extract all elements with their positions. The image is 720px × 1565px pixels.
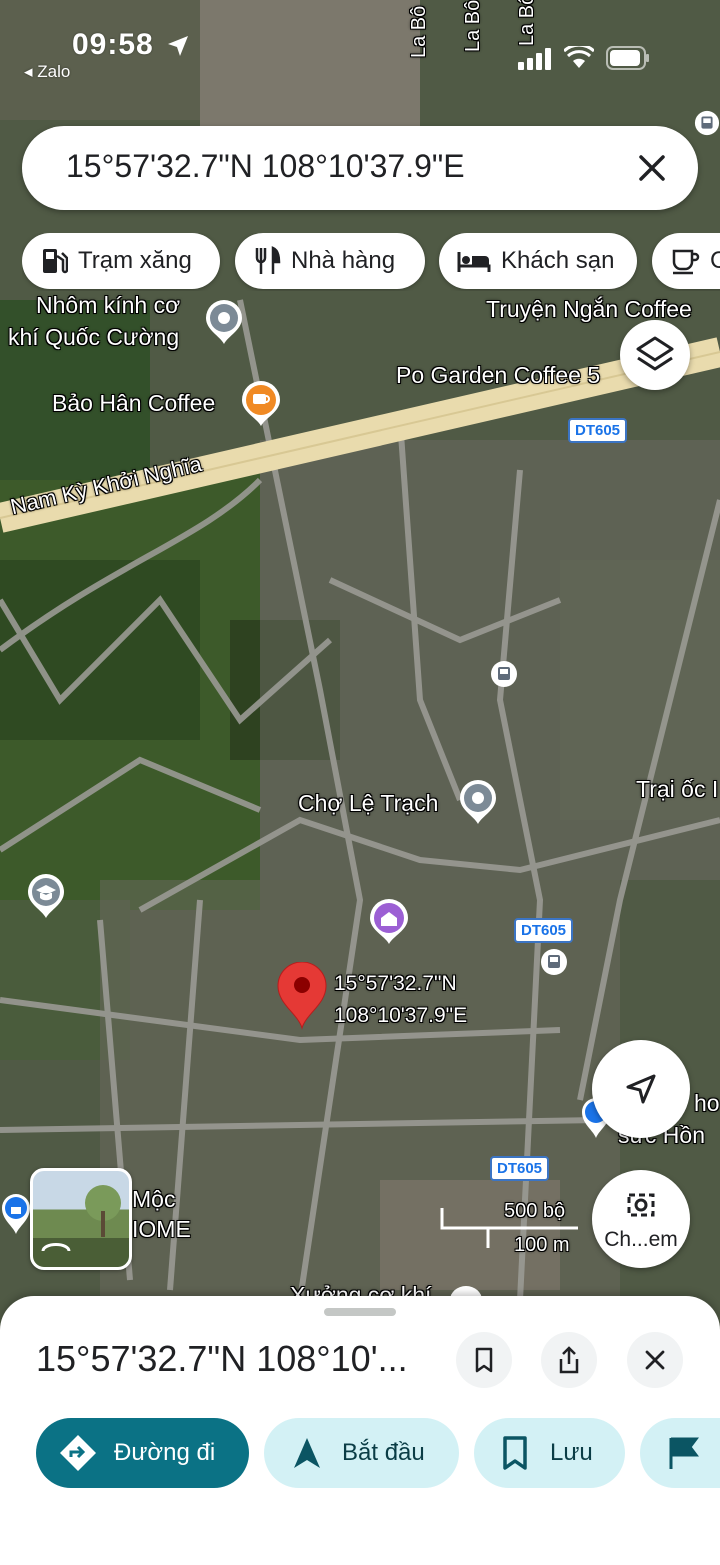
chip-coffee[interactable]: C <box>652 233 720 289</box>
tree-icon <box>41 1185 121 1252</box>
route-shield: DT605 <box>514 918 574 943</box>
bus-stop-icon[interactable] <box>694 110 720 136</box>
chip-label: Trạm xăng <box>78 247 192 274</box>
directions-icon <box>60 1435 96 1471</box>
camera-icon <box>627 1193 655 1217</box>
flag-icon <box>669 1437 699 1469</box>
back-app-label: Zalo <box>37 62 71 81</box>
save-place-button[interactable]: Lưu <box>474 1418 625 1488</box>
restaurant-icon <box>255 246 281 274</box>
close-icon <box>645 1350 665 1370</box>
bookmark-icon <box>475 1347 493 1373</box>
place-label[interactable]: ho <box>694 1090 720 1117</box>
start-label: Bắt đầu <box>342 1439 425 1466</box>
place-bottom-sheet[interactable]: 15°57'32.7"N 108°10'... Đường đi Bắt đầu… <box>0 1296 720 1565</box>
place-marker-icon[interactable] <box>456 778 500 826</box>
place-label[interactable]: Truyện Ngắn Coffee <box>486 296 692 323</box>
chip-label: Nhà hàng <box>291 247 396 274</box>
place-label[interactable]: Nhôm kính cơ <box>36 292 180 319</box>
lock-marker-icon[interactable] <box>0 1190 32 1236</box>
dropped-pin-icon[interactable] <box>276 962 328 1030</box>
status-bar: 09:58 ◂ Zalo <box>0 28 720 88</box>
my-location-button[interactable] <box>592 1040 690 1138</box>
place-label[interactable]: khí Quốc Cường <box>8 324 179 351</box>
coffee-icon <box>672 249 700 275</box>
back-arrow-icon: ◂ <box>24 62 33 81</box>
location-arrow-icon <box>168 36 188 56</box>
navigation-arrow-icon <box>294 1438 320 1468</box>
place-label[interactable]: Trại ốc I <box>636 776 718 803</box>
start-button[interactable]: Bắt đầu <box>264 1418 459 1488</box>
place-label[interactable]: Chợ Lệ Trạch <box>298 790 438 817</box>
temple-marker-icon[interactable] <box>366 896 412 946</box>
chip-gas-station[interactable]: Trạm xăng <box>22 233 220 289</box>
close-sheet-button[interactable] <box>627 1332 683 1388</box>
scale-label-imperial: 500 bộ <box>504 1200 566 1222</box>
chip-hotel[interactable]: Khách sạn <box>439 233 637 289</box>
pin-label: 108°10'37.9"E <box>334 1004 468 1027</box>
route-shield: DT605 <box>568 418 628 443</box>
close-icon[interactable] <box>628 144 676 192</box>
search-query[interactable]: 15°57'32.7"N 108°10'37.9"E <box>66 148 465 185</box>
coffee-marker-icon[interactable] <box>238 378 284 428</box>
share-button[interactable] <box>541 1332 597 1388</box>
street-view-button[interactable]: Ch...em <box>592 1170 690 1268</box>
back-to-app-link[interactable]: ◂ Zalo <box>24 62 70 82</box>
hotel-icon <box>457 252 491 272</box>
gas-station-icon <box>43 249 68 274</box>
pin-label: 15°57'32.7"N <box>334 972 457 995</box>
status-time: 09:58 <box>72 28 154 61</box>
cellular-signal-icon <box>518 48 551 70</box>
route-shield: DT605 <box>490 1156 550 1181</box>
save-button[interactable] <box>456 1332 512 1388</box>
layers-button[interactable] <box>620 320 690 390</box>
place-label[interactable]: IOME <box>132 1216 191 1243</box>
search-bar[interactable]: 15°57'32.7"N 108°10'37.9"E <box>22 126 698 210</box>
scale-label-metric: 100 m <box>514 1234 570 1256</box>
place-title: 15°57'32.7"N 108°10'... <box>36 1338 408 1379</box>
sheet-drag-handle[interactable] <box>324 1308 396 1316</box>
label-flag-button[interactable] <box>640 1418 720 1488</box>
street-view-thumbnail[interactable] <box>30 1168 132 1270</box>
directions-label: Đường đi <box>114 1439 216 1466</box>
bookmark-icon <box>503 1436 527 1470</box>
save-label: Lưu <box>550 1439 593 1466</box>
place-label[interactable]: Mộc <box>132 1186 175 1213</box>
layers-icon <box>636 336 674 371</box>
street-view-label: Ch...em <box>604 1228 678 1251</box>
category-chips: Trạm xăng Nhà hàng Khách sạn C <box>22 233 720 291</box>
bus-stop-icon[interactable] <box>490 660 518 688</box>
directions-button[interactable]: Đường đi <box>36 1418 249 1488</box>
chip-label: C <box>710 247 720 274</box>
place-marker-icon[interactable] <box>202 298 246 346</box>
share-icon <box>559 1346 579 1374</box>
battery-icon <box>606 46 649 70</box>
navigation-arrow-icon <box>626 1074 656 1104</box>
chip-restaurant[interactable]: Nhà hàng <box>235 233 425 289</box>
place-label[interactable]: Bảo Hân Coffee <box>52 390 215 417</box>
wifi-icon <box>564 46 594 68</box>
school-marker-icon[interactable] <box>24 872 68 920</box>
bus-stop-icon[interactable] <box>540 948 568 976</box>
place-label[interactable]: Po Garden Coffee 5 <box>396 362 600 389</box>
chip-label: Khách sạn <box>501 247 615 274</box>
